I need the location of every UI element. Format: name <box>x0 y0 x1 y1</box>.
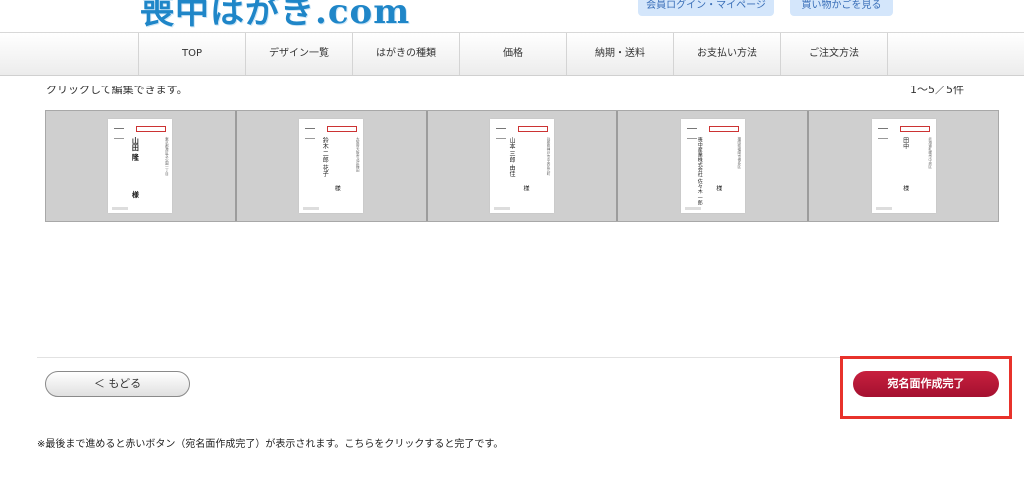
site-logo[interactable]: 喪中はがき.com <box>140 0 410 33</box>
recipient-suffix: 様 <box>901 185 909 191</box>
address-thumbnail[interactable]: 兵庫県神戸市中央区元町 山本 三郎 由佳 様 <box>428 111 619 221</box>
postcard-preview: 大阪府大阪市北区梅田 鈴木 二郎 花子 様 <box>299 119 364 213</box>
address-thumbnail[interactable]: 大阪府大阪市北区梅田 鈴木 二郎 花子 様 <box>237 111 428 221</box>
member-login-button[interactable]: 会員ログイン・マイページ <box>638 0 774 16</box>
recipient-suffix: 様 <box>131 191 141 198</box>
nav-item-payment[interactable]: お支払い方法 <box>674 33 781 75</box>
item-count: 1～5／5件 <box>910 86 964 96</box>
recipient-suffix: 様 <box>714 185 722 191</box>
postcard-preview: 北海道札幌市中央区 田中 様 <box>871 119 936 213</box>
view-cart-button[interactable]: 買い物かごを見る <box>790 0 893 16</box>
address-thumbnail[interactable]: 福岡県福岡市博多区 喪中産業株式会社 佐々木 一郎 様 <box>618 111 810 221</box>
recipient-name: 鈴木 二郎 花子 <box>321 137 329 177</box>
nav-item-top[interactable]: TOP <box>139 33 246 75</box>
back-button[interactable]: ＜ もどる <box>45 371 190 397</box>
nav-item-price[interactable]: 価格 <box>460 33 567 75</box>
instruction-text: クリックして編集できます。 <box>46 86 188 96</box>
postcard-preview: 東京都港区芝公園一丁目 山田 隆 様 <box>108 119 173 213</box>
recipient-suffix: 様 <box>333 185 341 191</box>
postcard-preview: 福岡県福岡市博多区 喪中産業株式会社 佐々木 一郎 様 <box>680 119 745 213</box>
recipient-name: 山本 三郎 由佳 <box>507 137 515 177</box>
nav-item-designs[interactable]: デザイン一覧 <box>246 33 353 75</box>
recipient-suffix: 様 <box>521 185 529 191</box>
nav-item-card-types[interactable]: はがきの種類 <box>353 33 460 75</box>
address-thumbnail[interactable]: 東京都港区芝公園一丁目 山田 隆 様 <box>46 111 237 221</box>
nav-item-delivery[interactable]: 納期・送料 <box>567 33 674 75</box>
postcard-preview: 兵庫県神戸市中央区元町 山本 三郎 由佳 様 <box>489 119 554 213</box>
instruction-note: ※最後まで進めると赤いボタン（宛名面作成完了）が表示されます。こちらをクリックす… <box>37 439 504 450</box>
recipient-name: 喪中産業株式会社 佐々木 一郎 <box>696 137 703 206</box>
address-thumbnails: 東京都港区芝公園一丁目 山田 隆 様 大阪府大阪市北区梅田 鈴木 二郎 花子 様… <box>45 110 999 222</box>
main-nav: TOP デザイン一覧 はがきの種類 価格 納期・送料 お支払い方法 ご注文方法 <box>0 32 1024 76</box>
recipient-name: 山田 隆 <box>131 137 141 161</box>
nav-item-order-method[interactable]: ご注文方法 <box>781 33 888 75</box>
address-complete-button[interactable]: 宛名面作成完了 <box>853 371 999 397</box>
recipient-name: 田中 <box>901 137 909 149</box>
address-thumbnail[interactable]: 北海道札幌市中央区 田中 様 <box>809 111 998 221</box>
